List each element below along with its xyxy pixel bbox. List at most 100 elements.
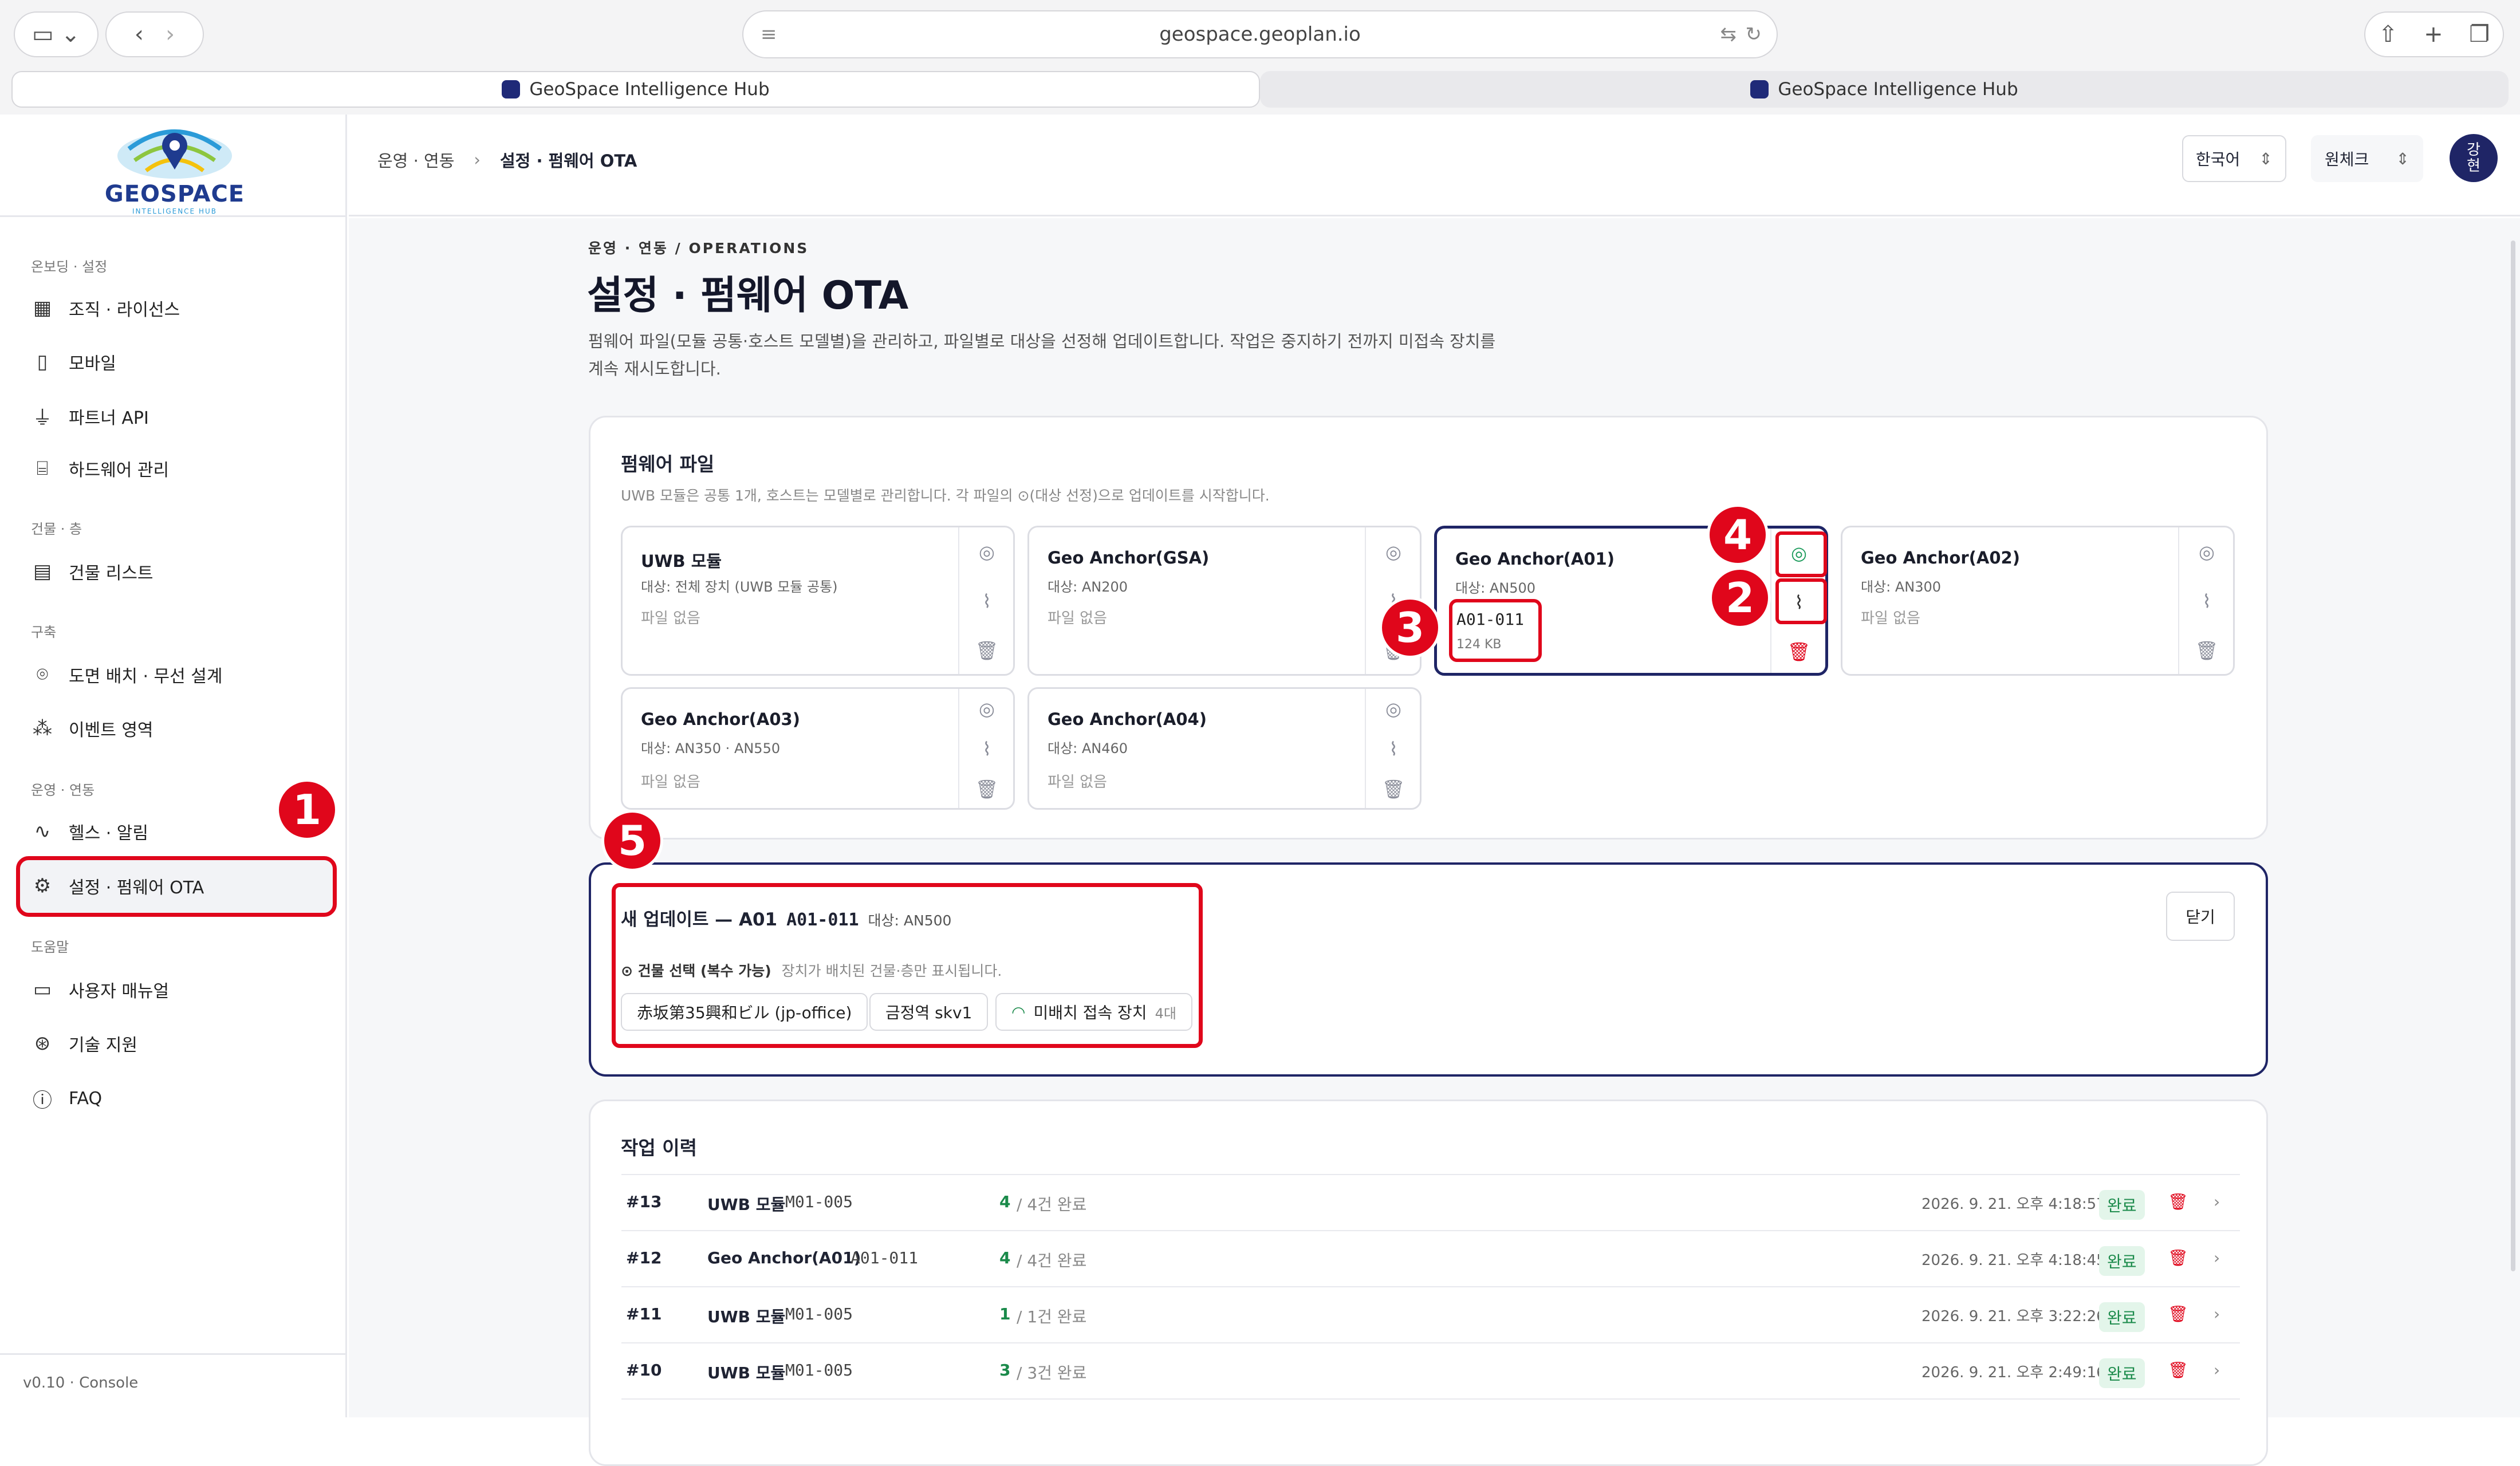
chevron-right-icon[interactable]: ›: [2214, 1248, 2220, 1267]
history-title: 작업 이력: [621, 1137, 697, 1159]
history-row[interactable]: #12 Geo Anchor(A01) A01-011 4 / 4건 완료 20…: [621, 1230, 2240, 1286]
annotation-marker: 5: [601, 810, 663, 872]
logo[interactable]: GEOSPACE INTELLIGENCE HUB: [92, 120, 258, 218]
sidebar-item-manual[interactable]: ▭ 사용자 매뉴얼: [32, 977, 169, 1002]
firmware-section-title: 펌웨어 파일: [621, 453, 715, 475]
sidebar-item-hardware[interactable]: ⌸ 하드웨어 관리: [32, 456, 169, 481]
history-row[interactable]: #13 UWB 모듈 M01-005 4 / 4건 완료 2026. 9. 21…: [621, 1174, 2240, 1230]
attach-file-button[interactable]: ⌇: [959, 729, 1014, 769]
tab-1[interactable]: GeoSpace Intelligence Hub: [11, 71, 1260, 108]
status-badge: 완료: [2099, 1246, 2145, 1276]
lifebuoy-icon: ⊛: [34, 1032, 51, 1055]
sidebar-item-building-list[interactable]: ▤ 건물 리스트: [32, 559, 153, 584]
job-id: #12: [626, 1248, 662, 1267]
status-badge: 완료: [2099, 1190, 2145, 1220]
description-line: 펌웨어 파일(모듈 공통·호스트 모델별)을 관리하고, 파일별로 대상을 선정…: [588, 332, 1496, 351]
job-total: / 4건 완료: [1017, 1195, 1087, 1214]
sidebar-item-mobile[interactable]: ▯ 모바일: [32, 349, 116, 375]
location-pin-icon: ⌾: [36, 663, 49, 686]
page-settings-icon[interactable]: ≡: [761, 23, 777, 46]
job-file: M01-005: [785, 1361, 853, 1380]
delete-file-button[interactable]: 🗑: [1366, 769, 1421, 809]
back-icon[interactable]: ‹: [135, 21, 144, 48]
target-select-button[interactable]: ◎: [959, 689, 1014, 729]
trash-icon: 🗑: [2195, 640, 2219, 661]
sidebar-item-partner-api[interactable]: ⏚ 파트너 API: [32, 402, 149, 430]
history-row[interactable]: #11 UWB 모듈 M01-005 1 / 1건 완료 2026. 9. 21…: [621, 1286, 2240, 1342]
crosshair-icon: ◎: [979, 698, 995, 720]
paperclip-icon: ⌇: [982, 738, 991, 760]
nav-section-title: 운영 · 연동: [31, 782, 95, 798]
tabs-overview-icon[interactable]: ❐: [2469, 21, 2490, 48]
trash-icon[interactable]: 🗑: [2168, 1248, 2188, 1267]
job-total: / 1건 완료: [1017, 1307, 1087, 1326]
nav-section-title: 도움말: [31, 939, 69, 955]
annotation-marker: 2: [1709, 567, 1771, 629]
trash-icon: 🗑: [1381, 778, 1405, 800]
job-time: 2026. 9. 21. 오후 2:49:16: [1922, 1364, 2106, 1381]
nav-buttons[interactable]: ‹ ›: [105, 11, 204, 57]
sidebar-item-label: 파트너 API: [69, 408, 149, 428]
target-select-button[interactable]: ◎: [1366, 689, 1421, 729]
status-badge: 완료: [2099, 1358, 2145, 1388]
delete-file-button[interactable]: 🗑: [2179, 626, 2234, 675]
breadcrumb-item[interactable]: 운영 · 연동: [377, 148, 454, 172]
chevron-right-icon[interactable]: ›: [2214, 1361, 2220, 1380]
target-select-button[interactable]: ◎: [2179, 527, 2234, 577]
forward-icon[interactable]: ›: [166, 21, 175, 48]
history-row[interactable]: #10 UWB 모듈 M01-005 3 / 3건 완료 2026. 9. 21…: [621, 1342, 2240, 1398]
url-text: geospace.geoplan.io: [1159, 23, 1361, 46]
sidebar-toggle-button[interactable]: ▭ ⌄: [14, 11, 99, 57]
trash-icon[interactable]: 🗑: [2168, 1192, 2188, 1211]
scrollbar[interactable]: [2511, 241, 2515, 1271]
sidebar-item-label: 헬스 · 알림: [69, 823, 149, 844]
firmware-status: 파일 없음: [1048, 610, 1107, 627]
avatar[interactable]: 강현: [2450, 134, 2498, 182]
trash-icon[interactable]: 🗑: [2168, 1305, 2188, 1323]
url-bar[interactable]: ≡ geospace.geoplan.io ⇆ ↻: [742, 10, 1778, 58]
sidebar-item-faq[interactable]: ⓘ FAQ: [32, 1085, 102, 1113]
attach-file-button[interactable]: ⌇: [2179, 577, 2234, 626]
share-icon[interactable]: ⇧: [2379, 21, 2398, 48]
close-button[interactable]: 닫기: [2166, 892, 2235, 941]
annotation-box-file: [1449, 599, 1542, 662]
delete-file-button[interactable]: 🗑: [959, 769, 1014, 809]
nav-section-title: 건물 · 층: [31, 521, 82, 537]
crosshair-icon: ◎: [979, 541, 995, 563]
new-tab-icon[interactable]: +: [2424, 21, 2443, 48]
sidebar-item-floorplan[interactable]: ⌾ 도면 배치 · 무선 설계: [32, 662, 223, 687]
chevron-updown-icon: ⇕: [2396, 149, 2409, 168]
page-description: 펌웨어 파일(모듈 공통·호스트 모델별)을 관리하고, 파일별로 대상을 선정…: [588, 328, 1495, 383]
chevron-right-icon[interactable]: ›: [2214, 1305, 2220, 1323]
target-select-button[interactable]: ◎: [1366, 527, 1421, 577]
sidebar: GEOSPACE INTELLIGENCE HUB 온보딩 · 설정 ▦ 조직 ·…: [0, 115, 347, 1417]
translate-icon[interactable]: ⇆: [1720, 23, 1737, 46]
building-icon: ▦: [33, 297, 52, 320]
org-value: 원체크: [2325, 150, 2369, 169]
delete-file-button[interactable]: 🗑: [959, 626, 1014, 675]
tab-label: GeoSpace Intelligence Hub: [529, 79, 770, 100]
trash-icon: 🗑: [975, 640, 999, 661]
sidebar-item-org-license[interactable]: ▦ 조직 · 라이선스: [32, 295, 180, 321]
job-time: 2026. 9. 21. 오후 4:18:45: [1922, 1252, 2106, 1269]
chevron-right-icon[interactable]: ›: [2214, 1192, 2220, 1211]
firmware-target: 대상: AN460: [1048, 740, 1128, 756]
job-target: UWB 모듈: [707, 1307, 786, 1326]
close-label: 닫기: [2186, 908, 2215, 927]
attach-file-button[interactable]: ⌇: [959, 577, 1014, 626]
sidebar-item-label: 하드웨어 관리: [69, 460, 170, 480]
org-select[interactable]: 원체크 ⇕: [2311, 135, 2423, 182]
attach-file-button[interactable]: ⌇: [1366, 729, 1421, 769]
trash-icon[interactable]: 🗑: [2168, 1361, 2188, 1380]
description-line: 계속 재시도합니다.: [588, 359, 721, 379]
sidebar-item-health[interactable]: ∿ 헬스 · 알림: [32, 819, 148, 844]
language-select[interactable]: 한국어 ⇕: [2182, 135, 2286, 182]
reload-icon[interactable]: ↻: [1746, 23, 1762, 46]
delete-file-button[interactable]: 🗑: [1771, 627, 1826, 676]
sidebar-item-event-area[interactable]: ⁂ 이벤트 영역: [32, 716, 153, 741]
tab-2[interactable]: GeoSpace Intelligence Hub: [1260, 71, 2509, 108]
sidebar-item-support[interactable]: ⊛ 기술 지원: [32, 1031, 137, 1056]
target-select-button[interactable]: ◎: [959, 527, 1014, 577]
sidebar-item-label: 도면 배치 · 무선 설계: [69, 667, 223, 687]
firmware-card-gsa: Geo Anchor(GSA) 대상: AN200 파일 없음 ◎ ⌇ 🗑: [1027, 526, 1422, 676]
